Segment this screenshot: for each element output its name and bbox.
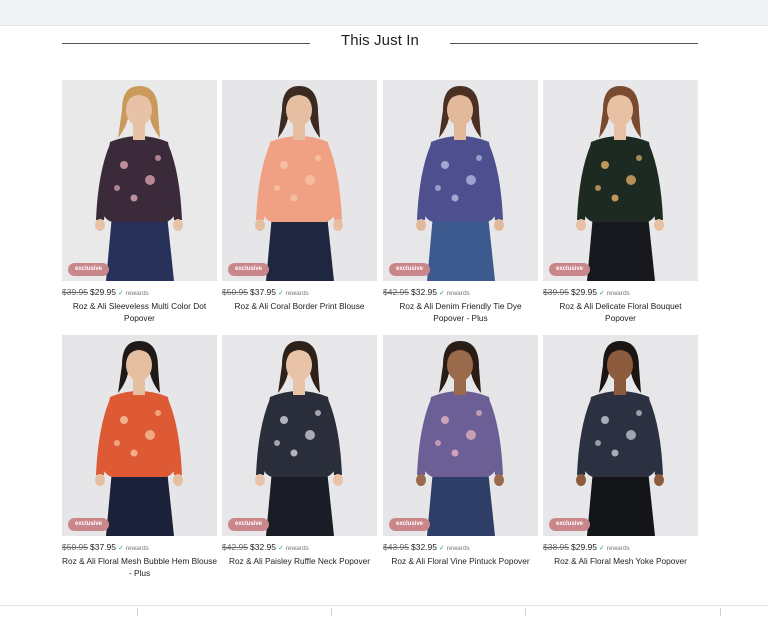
check-circle-icon: ✓	[278, 290, 284, 297]
sale-price: $29.95	[571, 287, 597, 297]
check-circle-icon: ✓	[118, 545, 124, 552]
product-card[interactable]: exclusive $39.95 $29.95 ✓ rewards Roz & Ali …	[62, 80, 217, 330]
sale-price: $37.95	[250, 287, 276, 297]
product-image[interactable]: exclusive	[62, 80, 217, 281]
model-photo	[62, 80, 217, 281]
exclusive-badge: exclusive	[389, 263, 431, 276]
model-photo	[383, 80, 538, 281]
exclusive-badge: exclusive	[228, 263, 270, 276]
original-price: $43.95	[383, 542, 409, 552]
model-photo	[543, 80, 698, 281]
product-image[interactable]: exclusive	[543, 335, 698, 536]
rewards-label: ✓ rewards	[118, 290, 149, 297]
product-image[interactable]: exclusive	[543, 80, 698, 281]
rewards-label: ✓ rewards	[118, 545, 149, 552]
product-name-link[interactable]: Roz & Ali Coral Border Print Blouse	[222, 301, 377, 313]
footer-tick	[525, 608, 526, 616]
rewards-label: ✓ rewards	[278, 545, 309, 552]
exclusive-badge: exclusive	[68, 263, 110, 276]
rewards-text: rewards	[606, 290, 630, 297]
product-name-link[interactable]: Roz & Ali Delicate Floral Bouquet Popove…	[543, 301, 698, 324]
rewards-text: rewards	[606, 545, 630, 552]
product-image[interactable]: exclusive	[62, 335, 217, 536]
sale-price: $29.95	[571, 542, 597, 552]
product-name-link[interactable]: Roz & Ali Paisley Ruffle Neck Popover	[222, 556, 377, 568]
product-card[interactable]: exclusive $50.95 $37.95 ✓ rewards Roz & Ali …	[222, 80, 377, 330]
price-row: $42.95 $32.95 ✓ rewards	[383, 287, 538, 299]
product-image[interactable]: exclusive	[222, 335, 377, 536]
check-circle-icon: ✓	[118, 290, 124, 297]
exclusive-badge: exclusive	[389, 518, 431, 531]
rewards-text: rewards	[125, 290, 149, 297]
original-price: $42.95	[383, 287, 409, 297]
check-circle-icon: ✓	[278, 545, 284, 552]
sale-price: $32.95	[411, 542, 437, 552]
product-name-link[interactable]: Roz & Ali Floral Vine Pintuck Popover	[383, 556, 538, 568]
check-circle-icon: ✓	[599, 290, 605, 297]
model-photo	[222, 335, 377, 536]
exclusive-badge: exclusive	[549, 518, 591, 531]
exclusive-badge: exclusive	[68, 518, 110, 531]
rewards-text: rewards	[446, 545, 470, 552]
rewards-label: ✓ rewards	[599, 290, 630, 297]
header-rule-right	[450, 43, 698, 44]
model-photo	[222, 80, 377, 281]
header-rule-left	[62, 43, 310, 44]
section-title: This Just In	[341, 32, 419, 49]
rewards-text: rewards	[125, 545, 149, 552]
model-photo	[543, 335, 698, 536]
original-price: $50.95	[222, 287, 248, 297]
price-row: $39.95 $29.95 ✓ rewards	[62, 287, 217, 299]
rewards-label: ✓ rewards	[278, 290, 309, 297]
price-row: $38.95 $29.95 ✓ rewards	[543, 542, 698, 554]
sale-price: $32.95	[250, 542, 276, 552]
product-card[interactable]: exclusive $43.95 $32.95 ✓ rewards Roz & Ali …	[383, 335, 538, 585]
product-name-link[interactable]: Roz & Ali Denim Friendly Tie Dye Popover…	[383, 301, 538, 324]
sale-price: $32.95	[411, 287, 437, 297]
product-card[interactable]: exclusive $50.95 $37.95 ✓ rewards Roz & Ali …	[62, 335, 217, 585]
product-image[interactable]: exclusive	[383, 335, 538, 536]
price-row: $43.95 $32.95 ✓ rewards	[383, 542, 538, 554]
original-price: $39.95	[62, 287, 88, 297]
price-row: $42.95 $32.95 ✓ rewards	[222, 542, 377, 554]
product-name-link[interactable]: Roz & Ali Floral Mesh Yoke Popover	[543, 556, 698, 568]
product-card[interactable]: exclusive $38.95 $29.95 ✓ rewards Roz & Ali …	[543, 335, 698, 585]
product-name-link[interactable]: Roz & Ali Sleeveless Multi Color Dot Pop…	[62, 301, 217, 324]
exclusive-badge: exclusive	[549, 263, 591, 276]
exclusive-badge: exclusive	[228, 518, 270, 531]
footer-tick	[331, 608, 332, 616]
price-row: $50.95 $37.95 ✓ rewards	[62, 542, 217, 554]
rewards-text: rewards	[446, 290, 470, 297]
product-card[interactable]: exclusive $42.95 $32.95 ✓ rewards Roz & Ali …	[222, 335, 377, 585]
price-row: $50.95 $37.95 ✓ rewards	[222, 287, 377, 299]
check-circle-icon: ✓	[439, 290, 445, 297]
original-price: $42.95	[222, 542, 248, 552]
check-circle-icon: ✓	[439, 545, 445, 552]
product-card[interactable]: exclusive $42.95 $32.95 ✓ rewards Roz & Ali …	[383, 80, 538, 330]
check-circle-icon: ✓	[599, 545, 605, 552]
product-name-link[interactable]: Roz & Ali Floral Mesh Bubble Hem Blouse …	[62, 556, 217, 579]
product-image[interactable]: exclusive	[383, 80, 538, 281]
original-price: $39.95	[543, 287, 569, 297]
model-photo	[62, 335, 217, 536]
rewards-label: ✓ rewards	[599, 545, 630, 552]
sale-price: $29.95	[90, 287, 116, 297]
rewards-label: ✓ rewards	[439, 290, 470, 297]
product-card[interactable]: exclusive $39.95 $29.95 ✓ rewards Roz & Ali …	[543, 80, 698, 330]
footer-tick	[137, 608, 138, 616]
rewards-text: rewards	[285, 290, 309, 297]
footer-divider	[0, 605, 768, 606]
original-price: $50.95	[62, 542, 88, 552]
product-image[interactable]: exclusive	[222, 80, 377, 281]
rewards-label: ✓ rewards	[439, 545, 470, 552]
original-price: $38.95	[543, 542, 569, 552]
model-photo	[383, 335, 538, 536]
section-header: This Just In	[62, 30, 698, 56]
rewards-text: rewards	[285, 545, 309, 552]
sale-price: $37.95	[90, 542, 116, 552]
footer-tick	[720, 608, 721, 616]
price-row: $39.95 $29.95 ✓ rewards	[543, 287, 698, 299]
browser-top-bar	[0, 0, 768, 26]
